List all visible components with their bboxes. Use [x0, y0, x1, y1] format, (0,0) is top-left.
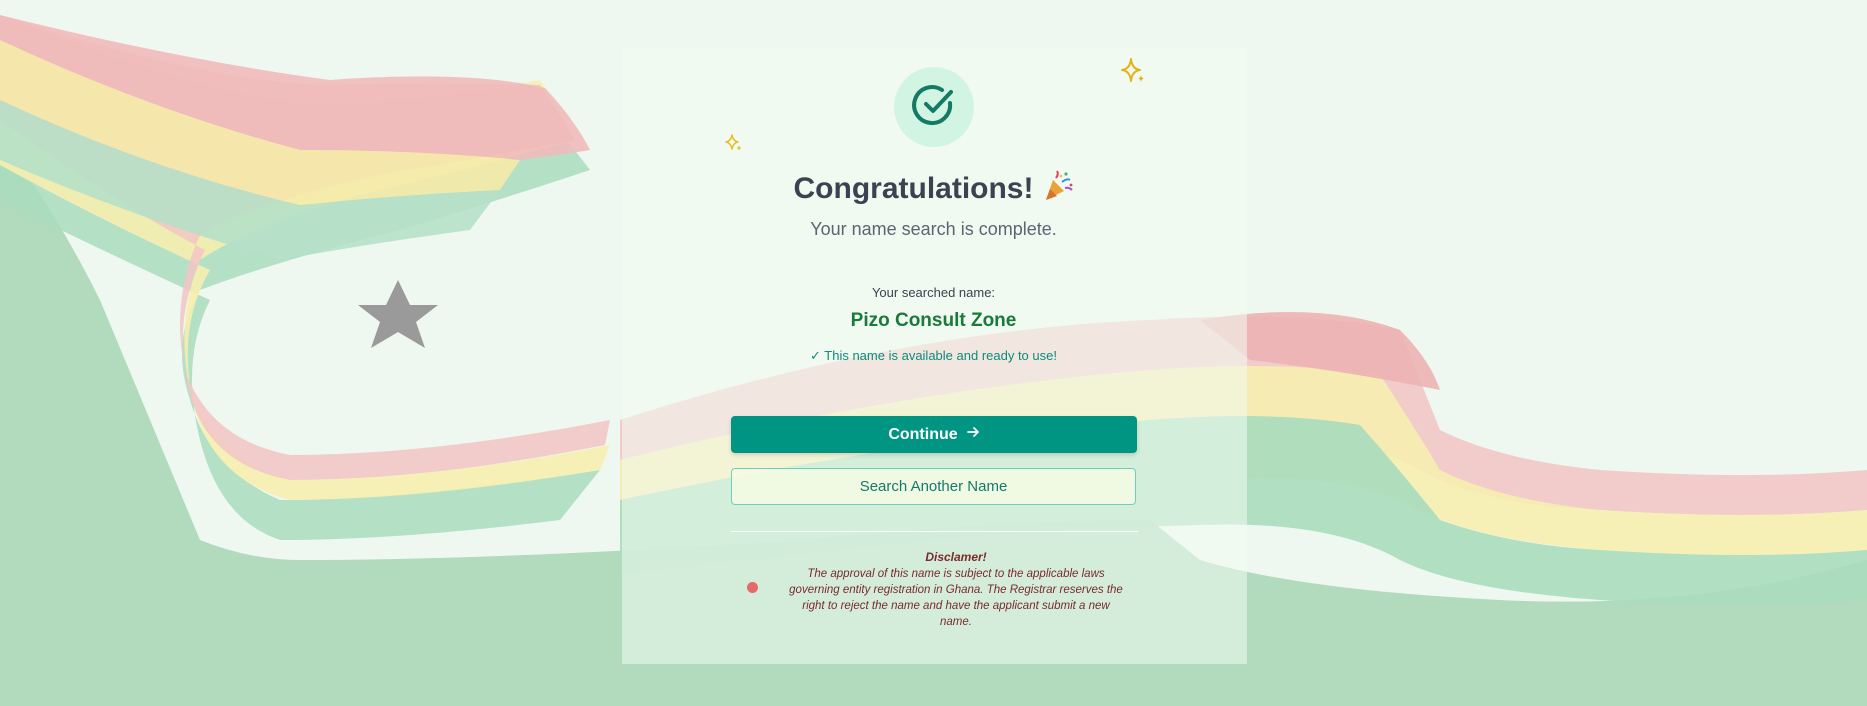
success-badge: [894, 67, 974, 147]
divider: [731, 531, 1138, 532]
continue-button-label: Continue: [888, 425, 958, 443]
search-another-name-button[interactable]: Search Another Name: [731, 468, 1136, 505]
disclaimer-title: Disclamer!: [925, 550, 987, 564]
sparkle-icon: [1120, 57, 1146, 90]
continue-button[interactable]: Continue: [731, 416, 1137, 453]
disclaimer-text: The approval of this name is subject to …: [789, 568, 1123, 628]
party-popper-icon: [1042, 170, 1074, 210]
availability-status: ✓ This name is available and ready to us…: [810, 348, 1057, 363]
searched-name-label: Your searched name:: [871, 285, 996, 300]
info-dot-icon: [747, 582, 758, 593]
success-title: Congratulations!: [0, 170, 1867, 210]
arrow-right-icon: [966, 425, 980, 444]
success-subtitle: Your name search is complete.: [810, 219, 1057, 239]
searched-name-value: Pizo Consult Zone: [850, 310, 1017, 331]
sparkle-icon: [724, 133, 744, 158]
check-circle-icon: [910, 81, 958, 134]
search-another-name-label: Search Another Name: [859, 478, 1008, 495]
